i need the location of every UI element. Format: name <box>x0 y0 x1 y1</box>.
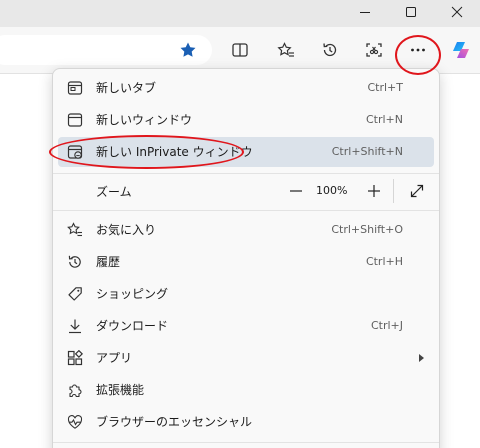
zoom-out-button[interactable] <box>284 179 308 203</box>
favorite-star-button[interactable] <box>177 39 199 61</box>
shopping-tag-icon <box>66 285 84 303</box>
menu-item-new-tab[interactable]: 新しいタブ Ctrl+T <box>58 73 434 103</box>
minus-icon <box>290 190 302 192</box>
zoom-level-value: 100% <box>316 184 348 197</box>
menu-item-history[interactable]: 履歴 Ctrl+H <box>58 247 434 277</box>
menu-item-label: アプリ <box>96 351 133 365</box>
fullscreen-button[interactable] <box>405 179 429 203</box>
minimize-icon <box>360 12 370 13</box>
menu-item-label: 履歴 <box>96 255 121 269</box>
more-horizontal-icon <box>411 48 425 52</box>
history-icon <box>323 43 337 57</box>
menu-item-apps[interactable]: アプリ <box>58 343 434 373</box>
minimize-button[interactable] <box>342 0 388 24</box>
browser-toolbar <box>0 27 480 73</box>
menu-item-extensions[interactable]: 拡張機能 <box>58 375 434 405</box>
inprivate-window-icon <box>66 143 84 161</box>
favorites-toolbar-button[interactable] <box>275 39 297 61</box>
star-filled-icon <box>180 42 196 57</box>
menu-divider <box>53 210 439 211</box>
menu-item-favorites[interactable]: お気に入り Ctrl+Shift+O <box>58 215 434 245</box>
zoom-divider <box>393 179 394 203</box>
split-screen-icon <box>232 43 248 57</box>
zoom-in-button[interactable] <box>362 179 386 203</box>
favorites-icon <box>66 221 84 239</box>
menu-item-browser-essentials[interactable]: ブラウザーのエッセンシャル <box>58 407 434 437</box>
close-button[interactable] <box>434 0 480 24</box>
copilot-icon <box>453 42 469 58</box>
download-icon <box>66 317 84 335</box>
menu-divider <box>53 173 439 174</box>
menu-item-label: 新しいウィンドウ <box>96 113 193 127</box>
menu-item-label: 拡張機能 <box>96 383 145 397</box>
menu-item-label: ブラウザーのエッセンシャル <box>96 415 253 429</box>
new-tab-icon <box>66 79 84 97</box>
new-window-icon <box>66 111 84 129</box>
screenshot-icon <box>366 43 382 57</box>
menu-item-label: 新しいタブ <box>96 81 157 95</box>
split-screen-button[interactable] <box>229 39 251 61</box>
browser-essentials-icon <box>66 413 84 431</box>
extensions-icon <box>66 381 84 399</box>
copilot-button[interactable] <box>450 39 472 61</box>
submenu-arrow-icon <box>419 354 424 362</box>
menu-item-shopping[interactable]: ショッピング <box>58 279 434 309</box>
close-icon <box>451 6 463 18</box>
menu-divider <box>53 442 439 443</box>
menu-item-shortcut: Ctrl+T <box>367 81 403 94</box>
zoom-label: ズーム <box>96 185 132 199</box>
menu-item-label: 新しい InPrivate ウィンドウ <box>96 145 253 159</box>
history-icon <box>66 253 84 271</box>
history-toolbar-button[interactable] <box>319 39 341 61</box>
zoom-row: ズーム 100% <box>58 175 434 207</box>
apps-icon <box>66 349 84 367</box>
maximize-button[interactable] <box>388 0 434 24</box>
screenshot-button[interactable] <box>363 39 385 61</box>
menu-item-downloads[interactable]: ダウンロード Ctrl+J <box>58 311 434 341</box>
menu-item-shortcut: Ctrl+Shift+N <box>331 145 403 158</box>
plus-icon <box>368 185 380 197</box>
menu-item-label: ダウンロード <box>96 319 169 333</box>
title-bar <box>0 0 480 27</box>
favorites-list-icon <box>277 42 294 57</box>
more-menu-button[interactable] <box>407 39 429 61</box>
menu-item-shortcut: Ctrl+N <box>365 113 403 126</box>
menu-item-shortcut: Ctrl+J <box>370 319 403 332</box>
menu-item-new-inprivate-window[interactable]: 新しい InPrivate ウィンドウ Ctrl+Shift+N <box>58 137 434 167</box>
menu-item-new-window[interactable]: 新しいウィンドウ Ctrl+N <box>58 105 434 135</box>
menu-item-label: お気に入り <box>96 223 157 237</box>
menu-item-label: ショッピング <box>96 287 169 301</box>
browser-settings-menu: 新しいタブ Ctrl+T 新しいウィンドウ Ctrl+N 新しい InPriva… <box>52 68 440 448</box>
menu-item-shortcut: Ctrl+H <box>365 255 403 268</box>
maximize-icon <box>406 7 416 17</box>
menu-item-shortcut: Ctrl+Shift+O <box>331 223 403 236</box>
fullscreen-expand-icon <box>410 184 424 198</box>
